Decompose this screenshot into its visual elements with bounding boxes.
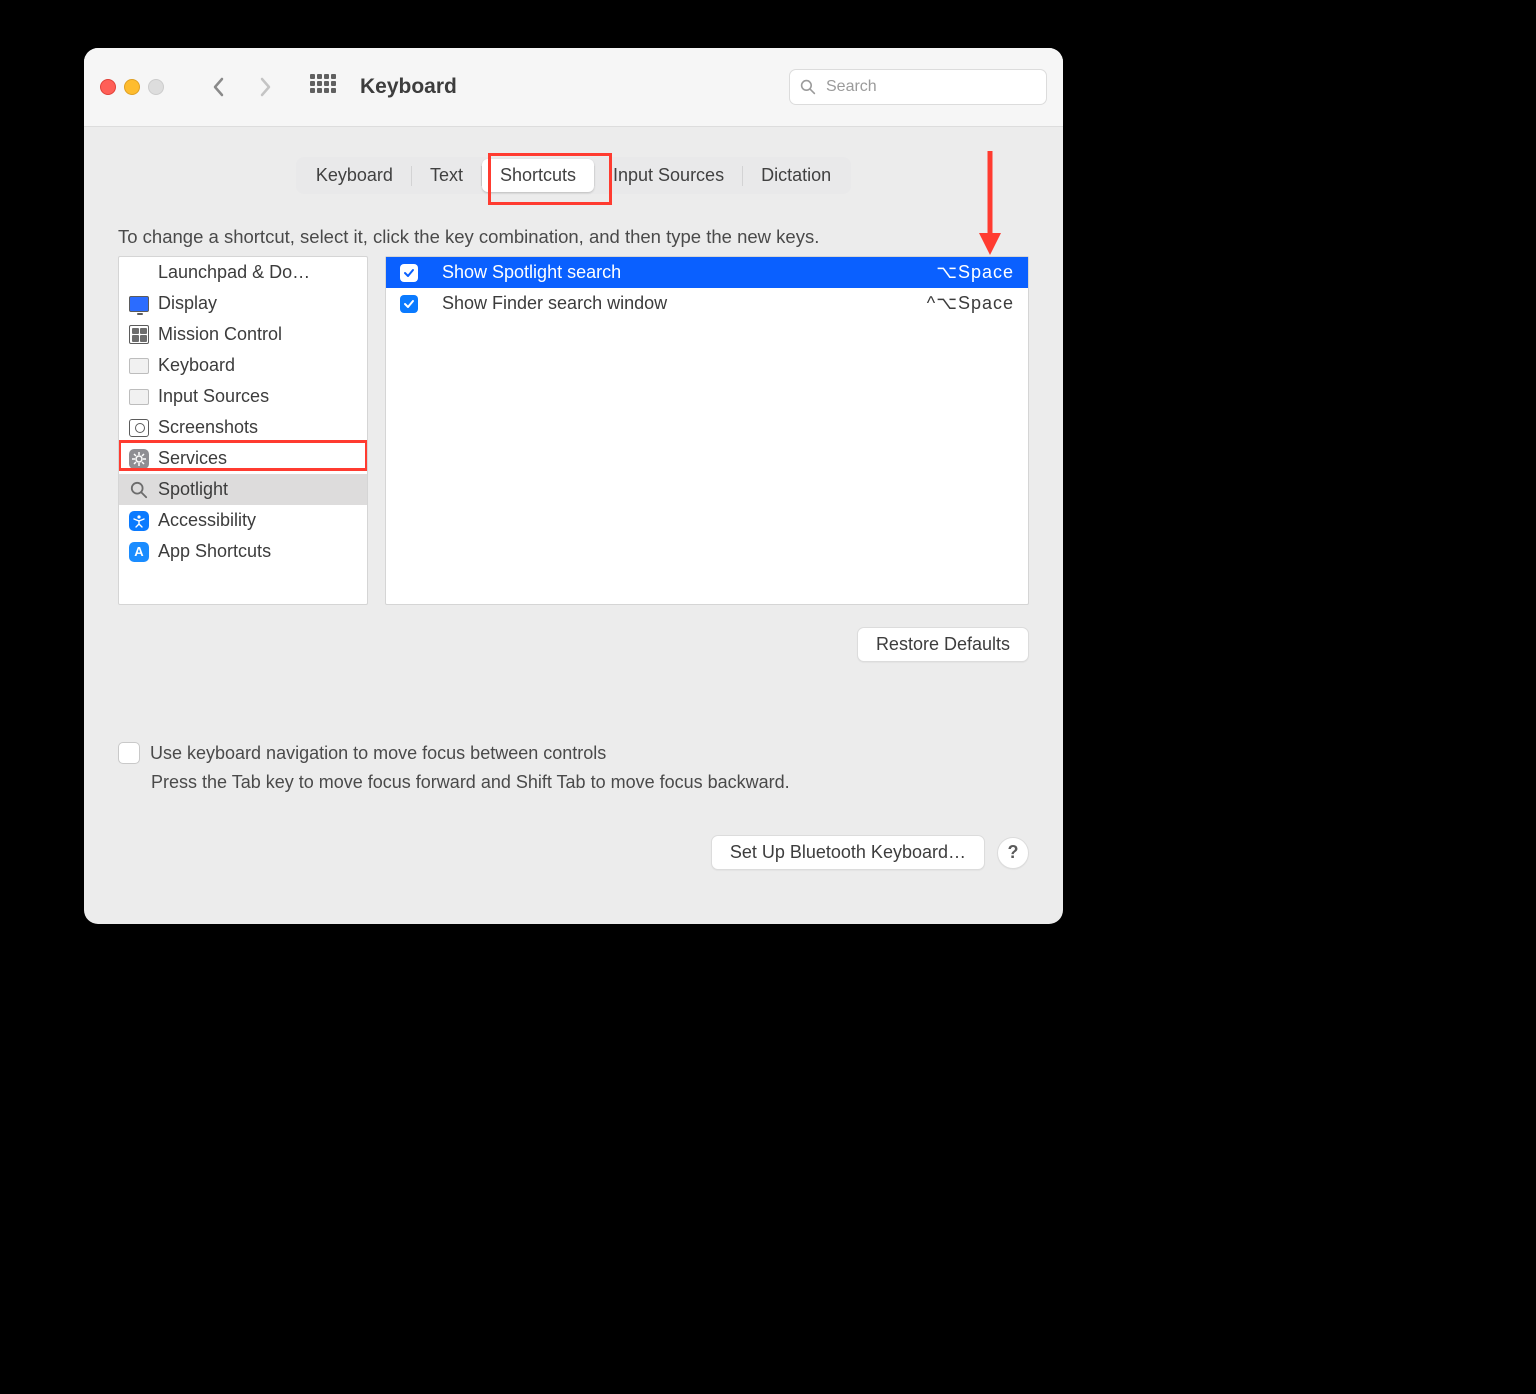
tabs: Keyboard Text Shortcuts Input Sources Di…: [296, 157, 851, 194]
shortcut-row-finder-search[interactable]: Show Finder search window ^⌥Space: [386, 288, 1028, 319]
content: Keyboard Text Shortcuts Input Sources Di…: [84, 127, 1063, 924]
app-shortcuts-icon: A: [129, 542, 149, 562]
category-label: Accessibility: [158, 510, 256, 531]
category-label: Services: [158, 448, 227, 469]
kb-nav-hint: Press the Tab key to move focus forward …: [151, 772, 1029, 793]
checkbox[interactable]: [400, 264, 418, 282]
page-title: Keyboard: [360, 75, 457, 99]
display-icon: [129, 296, 149, 312]
tab-shortcuts[interactable]: Shortcuts: [482, 159, 594, 192]
category-keyboard[interactable]: Keyboard: [119, 350, 367, 381]
category-display[interactable]: Display: [119, 288, 367, 319]
launchpad-icon: [129, 263, 149, 283]
shortcut-keys[interactable]: ⌥Space: [936, 262, 1014, 283]
panels: Launchpad & Do… Display Mission Control …: [118, 256, 1029, 605]
category-label: Keyboard: [158, 355, 235, 376]
checkbox[interactable]: [400, 295, 418, 313]
help-button[interactable]: ?: [997, 837, 1029, 869]
window-controls: [100, 79, 164, 95]
chevron-left-icon: [211, 76, 227, 98]
keyboard-navigation-section: Use keyboard navigation to move focus be…: [118, 742, 1029, 793]
category-label: Input Sources: [158, 386, 269, 407]
category-input-sources[interactable]: Input Sources: [119, 381, 367, 412]
input-sources-icon: [129, 389, 149, 405]
kb-nav-label: Use keyboard navigation to move focus be…: [150, 743, 606, 764]
gear-icon: [129, 449, 149, 469]
category-label: Launchpad & Do…: [158, 262, 310, 283]
category-label: Mission Control: [158, 324, 282, 345]
forward-button[interactable]: [248, 70, 282, 104]
camera-icon: [129, 419, 149, 437]
restore-defaults-button[interactable]: Restore Defaults: [857, 627, 1029, 662]
tab-input-sources[interactable]: Input Sources: [595, 159, 742, 192]
back-button[interactable]: [202, 70, 236, 104]
category-spotlight[interactable]: Spotlight: [119, 474, 367, 505]
titlebar: Keyboard: [84, 48, 1063, 127]
keyboard-icon: [129, 358, 149, 374]
kb-nav-checkbox[interactable]: [118, 742, 140, 764]
spotlight-icon: [129, 480, 149, 500]
accessibility-icon: [129, 511, 149, 531]
shortcut-row-spotlight-search[interactable]: Show Spotlight search ⌥Space: [386, 257, 1028, 288]
shortcut-label: Show Spotlight search: [432, 262, 621, 283]
shortcut-list[interactable]: Show Spotlight search ⌥Space Show Finder…: [385, 256, 1029, 605]
search-input[interactable]: [824, 77, 1036, 97]
category-label: Spotlight: [158, 479, 228, 500]
tab-text[interactable]: Text: [412, 159, 481, 192]
category-label: Display: [158, 293, 217, 314]
tab-dictation[interactable]: Dictation: [743, 159, 849, 192]
search-field[interactable]: [789, 69, 1047, 105]
category-label: Screenshots: [158, 417, 258, 438]
category-screenshots[interactable]: Screenshots: [119, 412, 367, 443]
bluetooth-keyboard-button[interactable]: Set Up Bluetooth Keyboard…: [711, 835, 985, 870]
category-accessibility[interactable]: Accessibility: [119, 505, 367, 536]
preferences-window: Keyboard Keyboard Text Shortcuts: [84, 48, 1063, 924]
close-window-button[interactable]: [100, 79, 116, 95]
zoom-window-button[interactable]: [148, 79, 164, 95]
category-app-shortcuts[interactable]: A App Shortcuts: [119, 536, 367, 567]
category-services[interactable]: Services: [119, 443, 367, 474]
shortcut-label: Show Finder search window: [432, 293, 667, 314]
mission-control-icon: [129, 325, 149, 344]
tab-keyboard[interactable]: Keyboard: [298, 159, 411, 192]
minimize-window-button[interactable]: [124, 79, 140, 95]
category-mission-control[interactable]: Mission Control: [119, 319, 367, 350]
category-launchpad[interactable]: Launchpad & Do…: [119, 257, 367, 288]
footer: Set Up Bluetooth Keyboard… ?: [118, 835, 1029, 870]
show-all-prefs-button[interactable]: [310, 74, 336, 100]
shortcut-keys[interactable]: ^⌥Space: [927, 293, 1014, 314]
category-list[interactable]: Launchpad & Do… Display Mission Control …: [118, 256, 368, 605]
instructions-text: To change a shortcut, select it, click t…: [118, 226, 1029, 248]
category-label: App Shortcuts: [158, 541, 271, 562]
chevron-right-icon: [257, 76, 273, 98]
search-icon: [800, 79, 816, 95]
